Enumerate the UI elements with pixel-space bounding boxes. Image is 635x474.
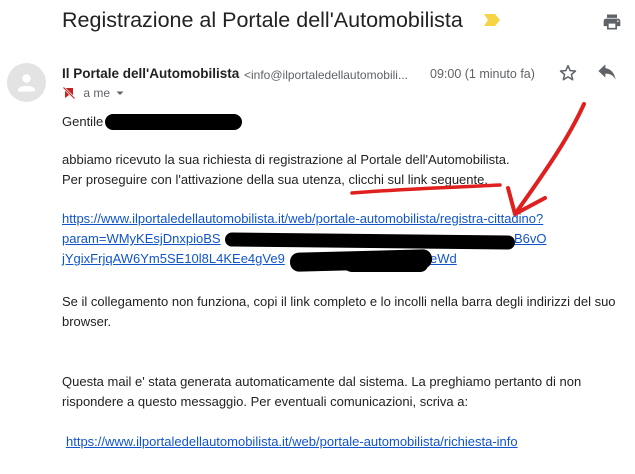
sender-email: <info@ilportaledellautomobili... [244,68,408,82]
paragraph1-line2-post: . [484,172,488,187]
sender-name: Il Portale dell'Automobilista [62,66,240,81]
activation-link-line2-end[interactable]: B6vO [514,229,547,249]
default-avatar-icon [18,74,35,92]
star-icon[interactable] [558,63,578,83]
paragraph1-line2: Per proseguire con l'attivazione della s… [62,170,488,190]
email-timestamp: 09:00 (1 minuto fa) [430,67,535,81]
paragraph1-line2-pre: Per proseguire con l'attivazione della s… [62,172,349,187]
recipient-label: a me [83,85,111,100]
activation-link-line2-start[interactable]: param=WMyKEsjDnxpioBS [62,231,221,246]
paragraph2-line1: Se il collegamento non funziona, copi il… [62,294,616,309]
info-request-link[interactable]: https://www.ilportaledellautomobilista.i… [66,432,518,452]
reply-icon[interactable] [597,64,617,82]
activation-link-line3-start[interactable]: jYgixFrjqAW6Ym5SE10l8L4KEe4gVe9 [62,251,285,266]
redaction-link-3 [344,257,428,272]
paragraph3-line2: rispondere a questo messaggio. Per event… [62,394,469,409]
greeting: Gentile [62,114,104,129]
email-subject: Registrazione al Portale dell'Automobili… [62,8,463,32]
muted-icon [62,86,76,100]
paragraph2-line2: browser. [62,314,112,329]
paragraph1-line1: abbiamo ricevuto la sua richiesta di reg… [62,152,510,167]
chevron-down-icon[interactable] [114,87,126,99]
label-important-icon[interactable] [484,14,500,26]
activation-link-line1[interactable]: https://www.ilportaledellautomobilista.i… [62,209,543,229]
print-icon[interactable] [602,12,622,32]
sender-avatar [7,63,46,102]
recipient-row: a me [62,85,126,101]
redaction-name [105,114,242,130]
highlighted-phrase: clicchi sul link seguente [348,172,485,187]
paragraph3-line1: Questa mail e' stata generata automatica… [62,374,582,389]
activation-link-line3-end[interactable]: eWd [430,249,457,269]
